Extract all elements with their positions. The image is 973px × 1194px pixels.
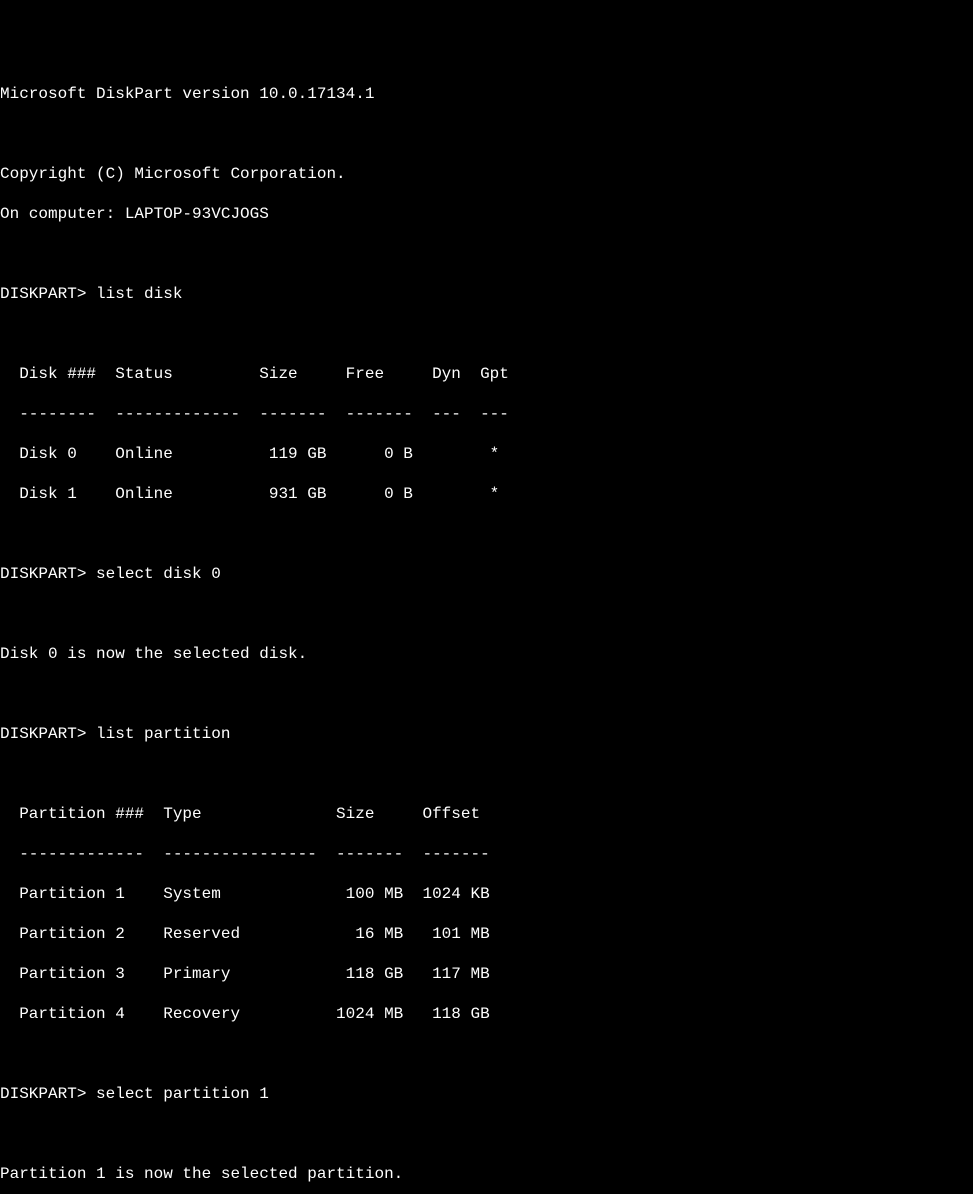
blank-line [0, 524, 973, 544]
partition-table-row: Partition 3 Primary 118 GB 117 MB [0, 964, 973, 984]
prompt: DISKPART> [0, 565, 86, 583]
command-input: select partition 1 [96, 1085, 269, 1103]
prompt: DISKPART> [0, 285, 86, 303]
output-message: Disk 0 is now the selected disk. [0, 644, 973, 664]
blank-line [0, 244, 973, 264]
command-input: select disk 0 [96, 565, 221, 583]
partition-table-row: Partition 1 System 100 MB 1024 KB [0, 884, 973, 904]
disk-table-row: Disk 0 Online 119 GB 0 B * [0, 444, 973, 464]
command-input: list partition [96, 725, 230, 743]
partition-table-header: Partition ### Type Size Offset [0, 804, 973, 824]
blank-line [0, 604, 973, 624]
disk-table-header: Disk ### Status Size Free Dyn Gpt [0, 364, 973, 384]
partition-table-row: Partition 2 Reserved 16 MB 101 MB [0, 924, 973, 944]
output-message: Partition 1 is now the selected partitio… [0, 1164, 973, 1184]
blank-line [0, 324, 973, 344]
command-line[interactable]: DISKPART> list disk [0, 284, 973, 304]
prompt: DISKPART> [0, 1085, 86, 1103]
version-line: Microsoft DiskPart version 10.0.17134.1 [0, 84, 973, 104]
blank-line [0, 764, 973, 784]
disk-table-row: Disk 1 Online 931 GB 0 B * [0, 484, 973, 504]
partition-table-row: Partition 4 Recovery 1024 MB 118 GB [0, 1004, 973, 1024]
command-line[interactable]: DISKPART> select disk 0 [0, 564, 973, 584]
command-input: list disk [96, 285, 182, 303]
disk-table-separator: -------- ------------- ------- ------- -… [0, 404, 973, 424]
partition-table-separator: ------------- ---------------- ------- -… [0, 844, 973, 864]
blank-line [0, 1124, 973, 1144]
blank-line [0, 684, 973, 704]
blank-line [0, 124, 973, 144]
prompt: DISKPART> [0, 725, 86, 743]
blank-line [0, 1044, 973, 1064]
computer-line: On computer: LAPTOP-93VCJOGS [0, 204, 973, 224]
command-line[interactable]: DISKPART> list partition [0, 724, 973, 744]
copyright-line: Copyright (C) Microsoft Corporation. [0, 164, 973, 184]
command-line[interactable]: DISKPART> select partition 1 [0, 1084, 973, 1104]
